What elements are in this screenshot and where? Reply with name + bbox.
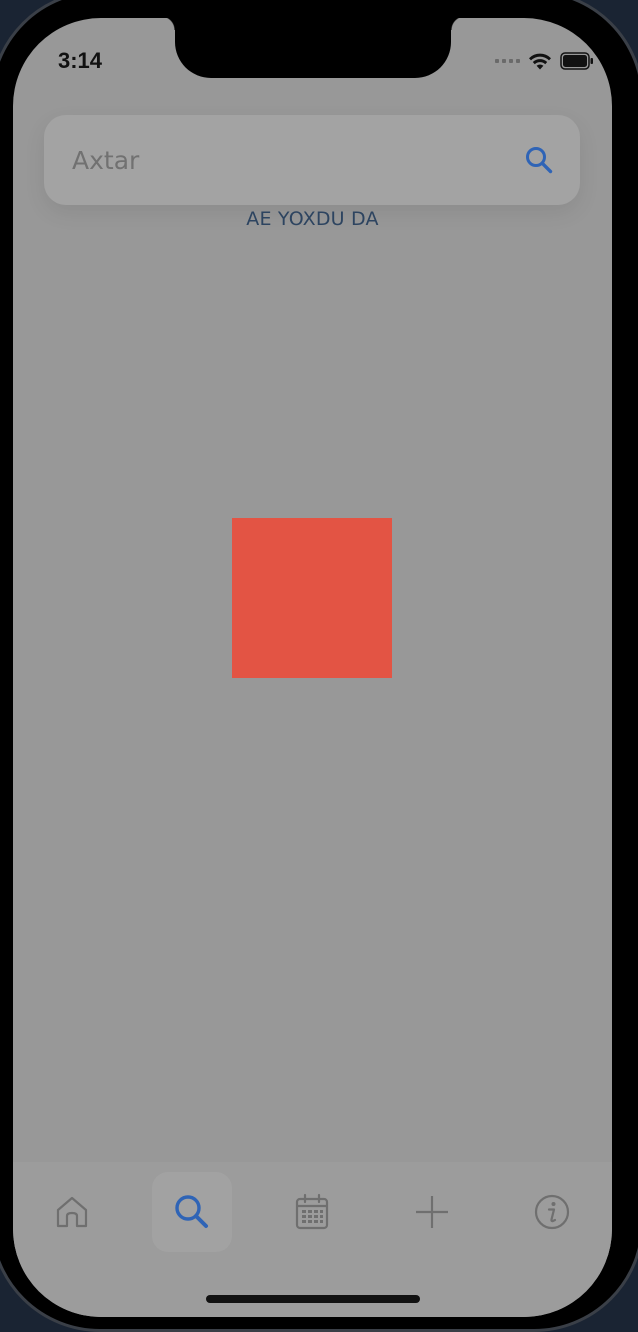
search-input[interactable] <box>72 137 502 183</box>
home-indicator[interactable] <box>206 1295 420 1303</box>
tab-info[interactable] <box>512 1172 592 1252</box>
app-screen: 3:14 AE YOXDU DA <box>13 18 612 1317</box>
tab-home[interactable] <box>32 1172 112 1252</box>
device-notch <box>161 18 465 78</box>
wifi-icon <box>529 53 551 70</box>
search-bar <box>44 115 580 205</box>
home-icon <box>56 1196 88 1228</box>
status-time: 3:14 <box>58 48 103 73</box>
calendar-icon <box>295 1193 329 1230</box>
search-icon <box>526 147 553 174</box>
tab-calendar[interactable] <box>272 1172 352 1252</box>
info-icon <box>534 1194 570 1230</box>
search-button[interactable] <box>520 141 558 179</box>
battery-icon <box>560 52 593 70</box>
status-icons <box>495 52 594 70</box>
plus-icon <box>416 1196 448 1228</box>
tab-search[interactable] <box>152 1172 232 1252</box>
bottom-tab-bar <box>13 1162 612 1317</box>
tab-add[interactable] <box>392 1172 472 1252</box>
empty-result-message: AE YOXDU DA <box>246 208 379 230</box>
search-icon <box>175 1195 208 1228</box>
placeholder-red-block <box>232 518 392 678</box>
signal-dots-icon <box>495 59 520 63</box>
